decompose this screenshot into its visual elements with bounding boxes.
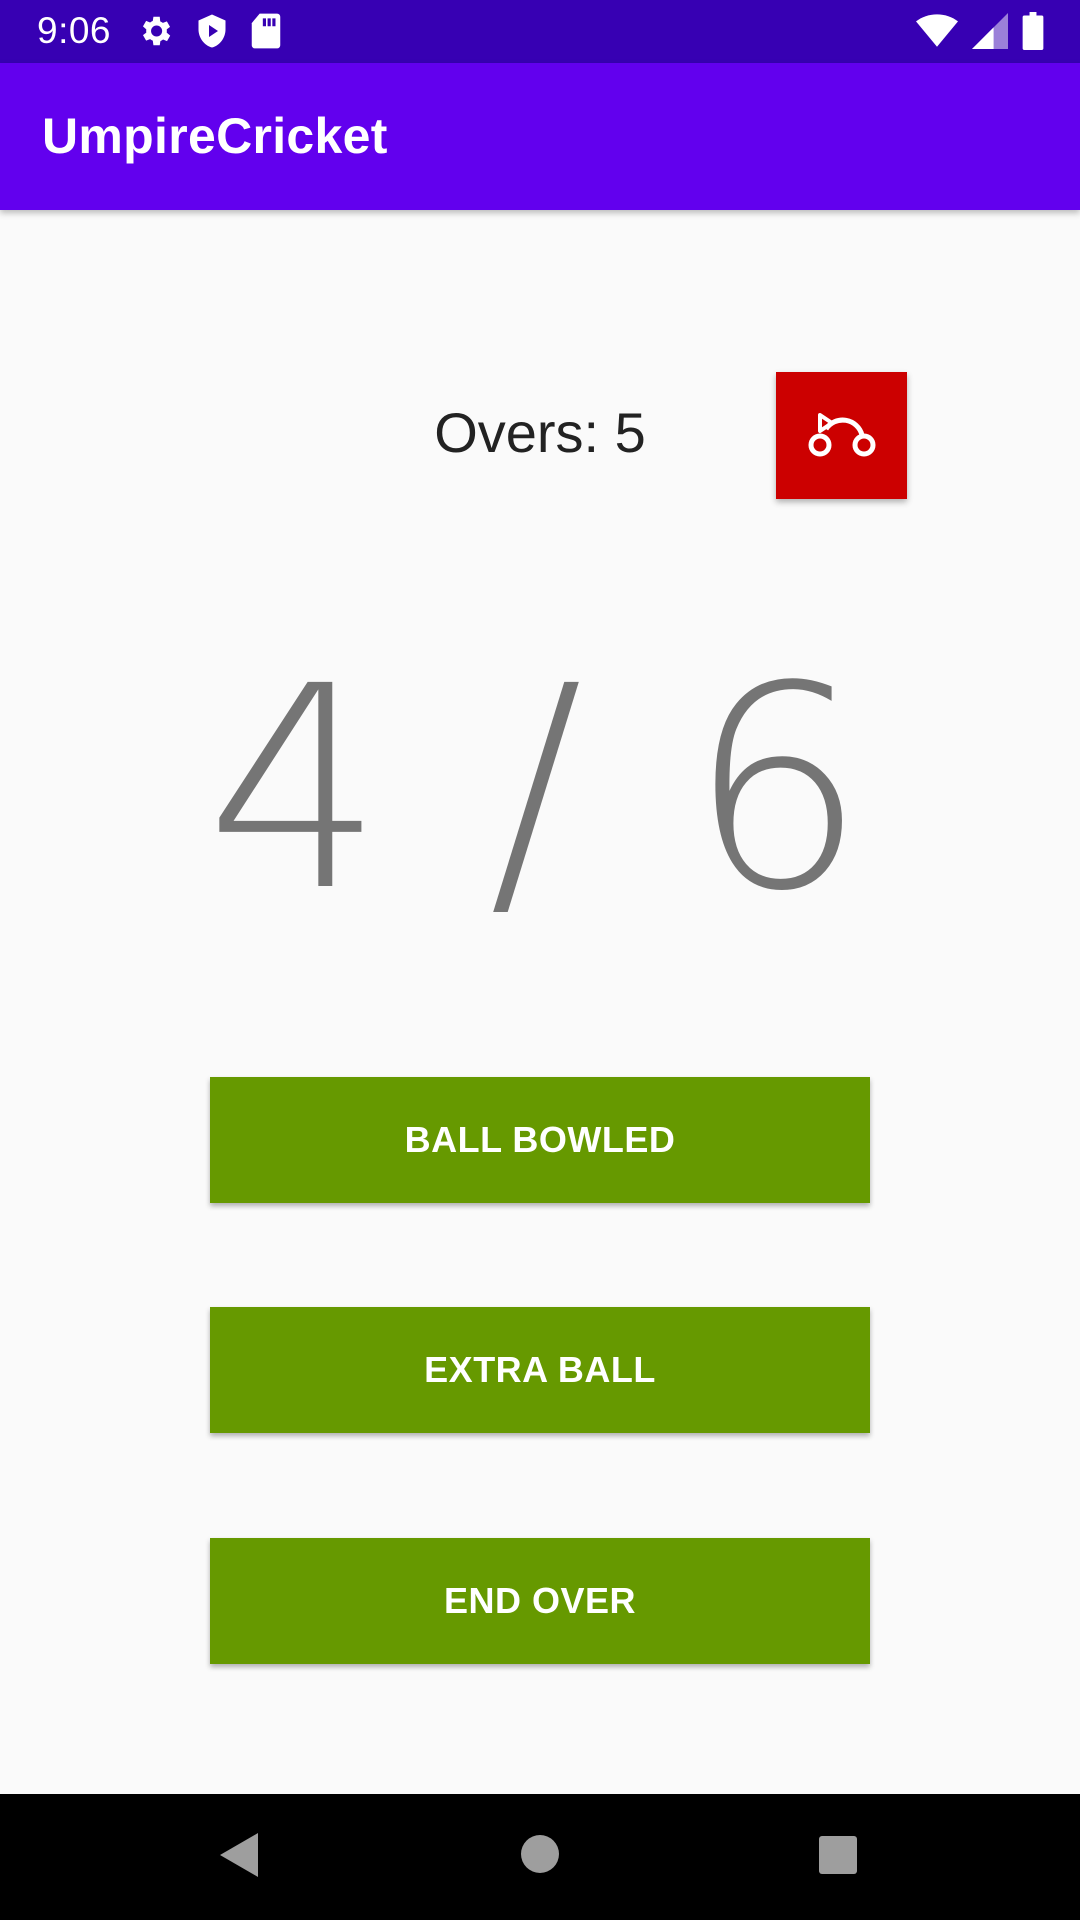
ball-count: 4 / 6 (205, 627, 875, 953)
status-time: 9:06 (37, 10, 112, 51)
settings-icon (136, 12, 174, 55)
signal-icon (972, 13, 1008, 54)
status-icons-right (916, 12, 1044, 55)
battery-icon (1022, 12, 1044, 55)
home-icon[interactable] (518, 1832, 562, 1881)
status-bar: 9:06 (0, 0, 1080, 63)
navigation-bar (0, 1794, 1080, 1920)
status-icons-left (136, 12, 282, 55)
extra-ball-button[interactable]: EXTRA BALL (210, 1307, 870, 1433)
ball-bowled-button[interactable]: BALL BOWLED (210, 1077, 870, 1203)
recents-icon[interactable] (817, 1834, 859, 1881)
back-icon[interactable] (216, 1830, 260, 1885)
shield-play-icon (194, 12, 230, 55)
undo-icon (804, 405, 880, 466)
app-title: UmpireCricket (42, 108, 388, 164)
undo-button[interactable] (776, 372, 907, 499)
sd-card-icon (250, 12, 282, 55)
wifi-icon (916, 13, 958, 54)
end-over-button[interactable]: END OVER (210, 1538, 870, 1664)
overs-label: Overs: 5 (434, 401, 646, 464)
app-bar: UmpireCricket (0, 63, 1080, 210)
